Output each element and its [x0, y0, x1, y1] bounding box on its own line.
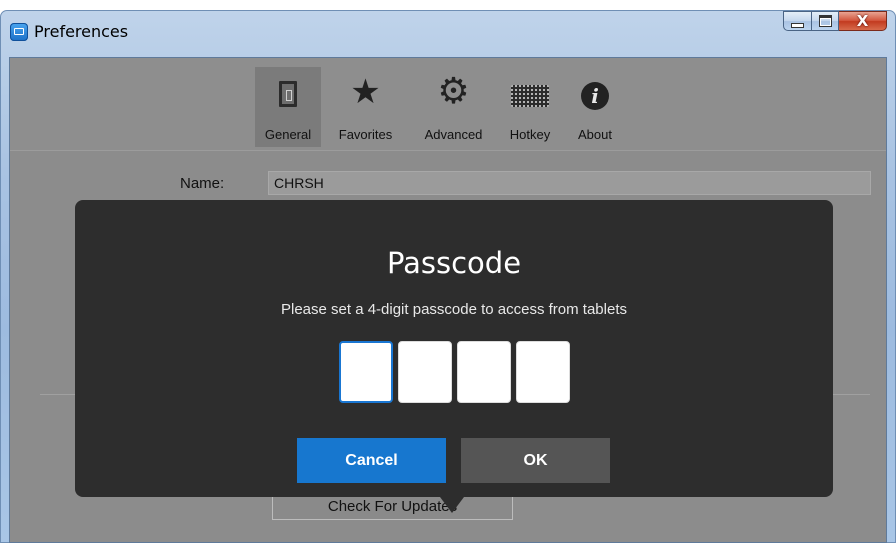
preferences-toolbar: General ★ Favorites ⚙ Advanced Hotkey i …	[10, 58, 886, 151]
tab-favorites[interactable]: ★ Favorites	[321, 67, 410, 147]
passcode-inputs	[339, 341, 570, 403]
window-title: Preferences	[34, 22, 129, 41]
name-field[interactable]: CHRSH	[268, 171, 871, 195]
passcode-digit-4[interactable]	[516, 341, 570, 403]
passcode-digit-1[interactable]	[339, 341, 393, 403]
caption-buttons: X	[783, 11, 887, 31]
check-updates-button[interactable]: Check For Updates	[272, 494, 513, 520]
star-icon: ★	[350, 72, 381, 112]
gear-icon: ⚙	[437, 71, 470, 112]
keyboard-icon	[511, 85, 549, 107]
maximize-button[interactable]	[812, 11, 839, 31]
tab-label: Advanced	[424, 127, 483, 142]
tab-label: About	[578, 127, 612, 142]
tab-about[interactable]: i About	[563, 67, 627, 147]
dialog-pointer	[440, 497, 464, 513]
dialog-message: Please set a 4-digit passcode to access …	[280, 301, 627, 318]
cancel-button[interactable]: Cancel	[297, 438, 446, 483]
ok-button[interactable]: OK	[461, 438, 610, 483]
maximize-icon	[818, 15, 832, 27]
tab-label: General	[264, 127, 312, 142]
tab-advanced[interactable]: ⚙ Advanced	[410, 67, 497, 147]
passcode-dialog: Passcode Please set a 4-digit passcode t…	[75, 200, 833, 497]
info-icon: i	[581, 82, 609, 110]
dialog-title: Passcode	[386, 246, 522, 280]
general-icon	[279, 81, 297, 107]
close-icon: X	[856, 12, 869, 30]
passcode-digit-2[interactable]	[398, 341, 452, 403]
close-button[interactable]: X	[839, 11, 887, 31]
title-bar[interactable]: Preferences X	[1, 11, 895, 47]
minimize-icon	[791, 22, 804, 28]
passcode-digit-3[interactable]	[457, 341, 511, 403]
tab-general[interactable]: General	[255, 67, 321, 147]
tab-label: Hotkey	[509, 127, 551, 142]
app-icon	[10, 23, 28, 41]
tab-hotkey[interactable]: Hotkey	[497, 67, 563, 147]
minimize-button[interactable]	[783, 11, 812, 31]
name-label: Name:	[180, 175, 225, 192]
tab-label: Favorites	[338, 127, 393, 142]
